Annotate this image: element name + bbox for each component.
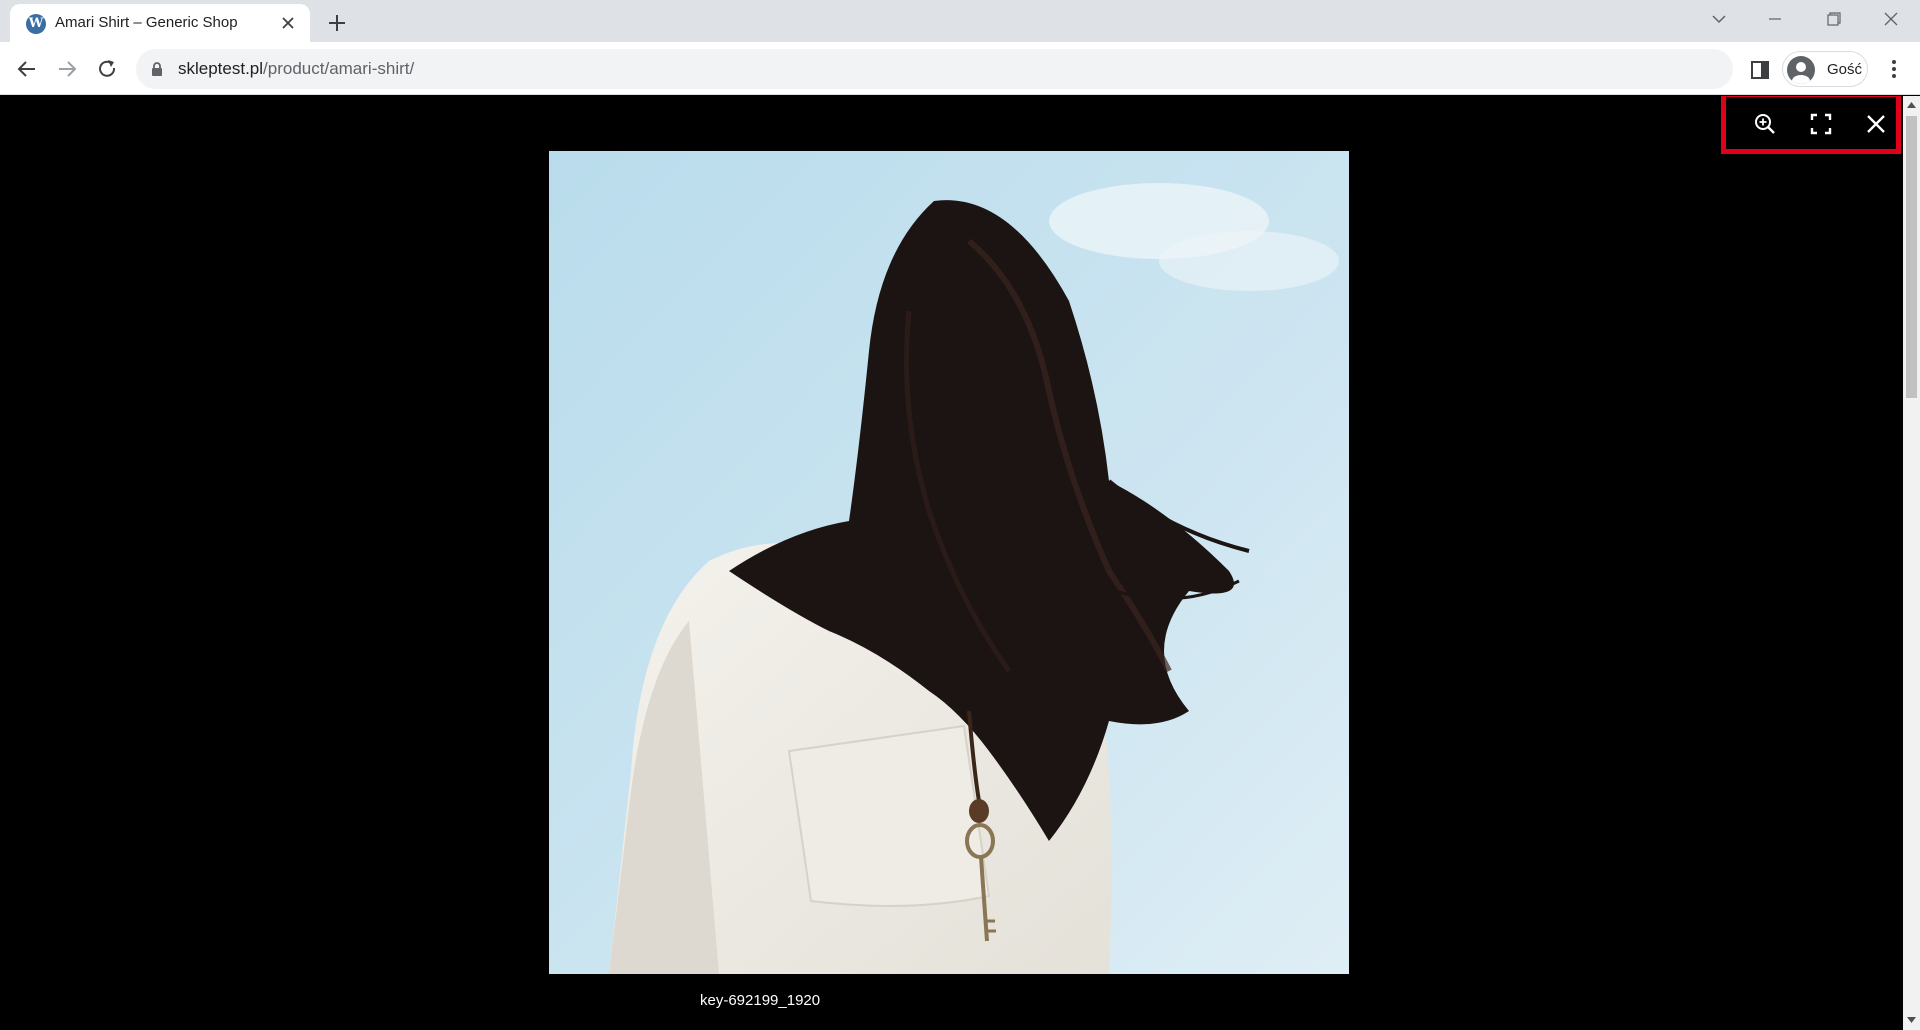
active-tab[interactable]: W Amari Shirt – Generic Shop [10, 4, 310, 42]
url-path: /product/amari-shirt/ [263, 59, 415, 78]
back-arrow-icon[interactable] [14, 56, 40, 82]
profile-label: Gość [1827, 61, 1863, 78]
product-image[interactable] [549, 151, 1349, 974]
new-tab-icon[interactable] [324, 10, 350, 36]
scroll-up-arrow-icon[interactable] [1907, 102, 1916, 108]
minimize-icon[interactable] [1758, 6, 1792, 32]
tab-title: Amari Shirt – Generic Shop [55, 14, 238, 31]
url-text[interactable]: skleptest.pl/product/amari-shirt/ [178, 59, 414, 79]
zoom-in-icon[interactable] [1750, 109, 1780, 139]
lightbox-overlay: key-692199_1920 [0, 96, 1920, 1030]
person-icon [1787, 56, 1815, 84]
wordpress-icon: W [26, 14, 46, 34]
scroll-down-arrow-icon[interactable] [1907, 1017, 1916, 1023]
address-bar[interactable]: skleptest.pl/product/amari-shirt/ [136, 49, 1733, 89]
lock-icon[interactable] [150, 61, 164, 77]
scrollbar-thumb[interactable] [1906, 116, 1917, 398]
restore-icon[interactable] [1816, 6, 1850, 32]
page-scrollbar[interactable] [1903, 96, 1920, 1030]
reload-icon[interactable] [94, 56, 120, 82]
image-caption: key-692199_1920 [700, 992, 821, 1009]
tab-close-icon[interactable] [278, 13, 298, 33]
window-close-icon[interactable] [1874, 6, 1908, 32]
profile-button[interactable]: Gość [1782, 51, 1868, 87]
tab-search-icon[interactable] [1702, 6, 1736, 32]
lightbox-toolbar-highlight [1721, 96, 1901, 154]
tab-strip: W Amari Shirt – Generic Shop [0, 0, 1920, 42]
more-menu-icon[interactable] [1884, 56, 1904, 82]
fullscreen-icon[interactable] [1806, 109, 1836, 139]
close-icon[interactable] [1861, 109, 1891, 139]
forward-arrow-icon[interactable] [54, 56, 80, 82]
side-panel-icon[interactable] [1748, 58, 1772, 82]
browser-toolbar: skleptest.pl/product/amari-shirt/ Gość [0, 42, 1920, 95]
url-host: skleptest.pl [178, 59, 264, 78]
